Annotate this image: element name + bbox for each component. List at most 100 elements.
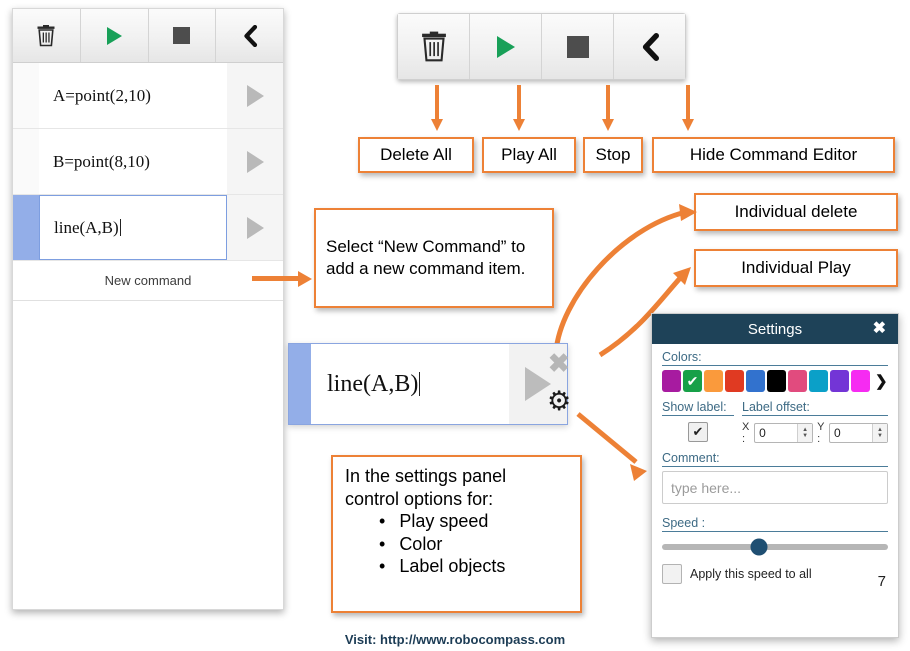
callout-new-command: Select “New Command” to add a new comman… [314, 208, 554, 308]
command-text[interactable]: A=point(2,10) [39, 63, 227, 128]
label-settings-row: Show label: ✔ Label offset: X : ▲▼ Y : [662, 400, 888, 445]
play-icon [246, 150, 264, 173]
arrow-to-stop [602, 85, 614, 131]
play-icon [106, 26, 122, 45]
enlarged-command-text[interactable]: line(A,B) [311, 344, 509, 424]
color-swatch-7[interactable] [809, 370, 828, 392]
arrow-to-hide-editor [682, 85, 694, 131]
color-swatch-3[interactable] [725, 370, 744, 392]
offset-x-label: X : [742, 421, 750, 445]
play-all-button[interactable] [80, 9, 149, 62]
arrow-to-new-command [252, 271, 314, 287]
bullet-item: • Play speed [379, 510, 506, 533]
offset-y-input[interactable] [830, 424, 872, 442]
color-swatch-2[interactable] [704, 370, 723, 392]
color-swatch-1-selected[interactable]: ✔ [683, 370, 702, 392]
row-selection-marker [13, 129, 39, 194]
callout-individual-delete: Individual delete [694, 193, 898, 231]
color-swatch-9[interactable] [851, 370, 870, 392]
stop-button-large[interactable] [542, 14, 614, 79]
new-command-button[interactable]: New command [13, 261, 283, 301]
label-offset-inputs: X : ▲▼ Y : ▲▼ [742, 421, 888, 445]
callout-delete-all: Delete All [358, 137, 474, 173]
settings-title-bar: Settings ✖ [652, 314, 898, 344]
callout-settings-line1: In the settings panel [345, 466, 507, 486]
apply-speed-row: Apply this speed to all 7 [662, 564, 888, 590]
comment-input[interactable] [662, 471, 888, 504]
settings-title: Settings [747, 320, 803, 338]
settings-dialog: Settings ✖ Colors: ✔ ❯ Show label: ✔ Lab… [651, 313, 899, 638]
callout-stop-text: Stop [595, 145, 631, 165]
comment-label: Comment: [662, 451, 888, 467]
trash-icon [421, 31, 446, 61]
color-swatch-0[interactable] [662, 370, 681, 392]
color-swatch-4[interactable] [746, 370, 765, 392]
annotated-toolbar [397, 13, 686, 80]
command-row-2-text: line(A,B) [54, 217, 119, 237]
callout-play-all: Play All [482, 137, 576, 173]
callout-stop: Stop [583, 137, 643, 173]
play-icon [246, 84, 264, 107]
close-icon[interactable]: ✖ [548, 350, 570, 376]
show-label-group: Show label: ✔ [662, 400, 734, 442]
command-row-0[interactable]: A=point(2,10) [13, 63, 283, 129]
command-text[interactable]: B=point(8,10) [39, 129, 227, 194]
stepper-arrows[interactable]: ▲ ▼ [872, 424, 887, 442]
row-selection-marker [13, 195, 39, 260]
command-panel-toolbar [13, 9, 283, 63]
command-row-2[interactable]: line(A,B) [13, 195, 283, 261]
bullet-dot: • [379, 511, 386, 531]
check-icon: ✔ [692, 424, 704, 439]
check-icon: ✔ [686, 373, 699, 389]
speed-slider[interactable] [662, 538, 888, 556]
offset-y-label: Y : [817, 421, 825, 445]
callout-individual-play-text: Individual Play [741, 258, 851, 278]
enlarged-command-value: line(A,B) [327, 370, 419, 397]
bullet-item: • Color [379, 533, 506, 556]
chevron-right-icon[interactable]: ❯ [875, 374, 888, 389]
arrow-to-play-all [513, 85, 525, 131]
command-text[interactable]: line(A,B) [39, 195, 227, 260]
enlarged-command-item[interactable]: line(A,B) [288, 343, 568, 425]
play-all-button-large[interactable] [470, 14, 542, 79]
stop-icon [173, 27, 191, 44]
callout-delete-all-text: Delete All [380, 145, 452, 165]
speed-label: Speed : [662, 516, 888, 532]
color-swatch-list: ✔ ❯ [662, 370, 888, 392]
color-swatch-8[interactable] [830, 370, 849, 392]
apply-speed-checkbox[interactable] [662, 564, 682, 584]
hide-command-editor-button-large[interactable] [614, 14, 685, 79]
close-icon[interactable]: ✖ [873, 321, 886, 337]
stop-button[interactable] [148, 9, 217, 62]
label-offset-group: Label offset: X : ▲▼ Y : ▲▼ [742, 400, 888, 445]
row-play-button[interactable] [227, 129, 283, 194]
offset-y-stepper[interactable]: ▲▼ [829, 423, 888, 443]
row-play-button[interactable] [227, 195, 283, 260]
offset-x-stepper[interactable]: ▲▼ [754, 423, 814, 443]
delete-all-button[interactable] [13, 9, 81, 62]
play-icon [496, 35, 515, 58]
delete-all-button-large[interactable] [398, 14, 470, 79]
callout-individual-play: Individual Play [694, 249, 898, 287]
settings-body: Colors: ✔ ❯ Show label: ✔ Label offset: … [652, 344, 898, 590]
arrow-to-delete-all [431, 85, 443, 131]
callout-new-command-text: Select “New Command” to add a new comman… [326, 237, 526, 278]
hide-command-editor-button[interactable] [216, 9, 283, 62]
stepper-arrows[interactable]: ▲ ▼ [797, 424, 813, 442]
footer-link[interactable]: Visit: http://www.robocompass.com [0, 632, 910, 647]
page-number: 7 [877, 573, 886, 590]
offset-x-input[interactable] [755, 424, 798, 442]
callout-individual-delete-text: Individual delete [734, 202, 858, 222]
callout-settings-panel: In the settings panel control options fo… [331, 455, 582, 613]
row-selection-marker [13, 63, 39, 128]
gear-icon[interactable]: ⚙ [547, 388, 571, 415]
bullet-text-2: Label objects [399, 556, 506, 576]
row-play-button[interactable] [227, 63, 283, 128]
text-caret [119, 219, 121, 236]
show-label-checkbox[interactable]: ✔ [688, 422, 708, 442]
bullet-text-0: Play speed [399, 511, 489, 531]
color-swatch-6[interactable] [788, 370, 807, 392]
color-swatch-5[interactable] [767, 370, 786, 392]
speed-slider-thumb[interactable] [750, 538, 768, 556]
command-row-1[interactable]: B=point(8,10) [13, 129, 283, 195]
